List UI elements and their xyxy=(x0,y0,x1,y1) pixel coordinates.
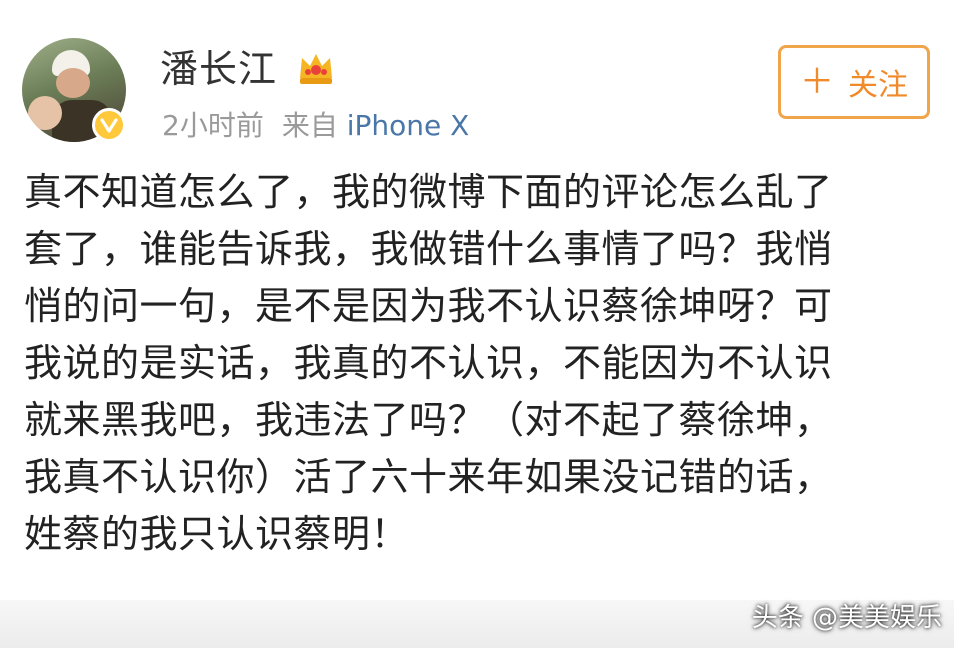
post-line: 我真不认识你）活了六十来年如果没记错的话， xyxy=(24,455,833,499)
plus-icon: ＋ xyxy=(800,62,834,102)
post-line: 我说的是实话，我真的不认识，不能因为不认识 xyxy=(24,341,833,385)
follow-button[interactable]: ＋ 关注 xyxy=(778,45,930,119)
post-time: 2小时前 xyxy=(162,109,264,142)
avatar-face xyxy=(56,68,90,98)
source-prefix: 来自 xyxy=(281,109,338,142)
post-line: 姓蔡的我只认识蔡明！ xyxy=(24,512,410,556)
post-line: 就来黑我吧，我违法了吗？（对不起了蔡徐坤， xyxy=(24,398,833,442)
crown-icon xyxy=(300,54,332,84)
verified-v-icon xyxy=(92,108,126,142)
username[interactable]: 潘长江 xyxy=(160,46,277,92)
watermark: 头条 @美美娱乐 xyxy=(751,603,942,633)
post-meta: 2小时前 来自 iPhone X xyxy=(162,106,469,146)
follow-label: 关注 xyxy=(848,68,908,103)
weibo-post-card: 潘长江 2小时前 来自 iPhone X ＋ 关注 真不知道怎么了，我的微博下面的… xyxy=(0,0,954,648)
avatar-child xyxy=(28,96,62,130)
post-content: 真不知道怎么了，我的微博下面的评论怎么乱了 套了，谁能告诉我，我做错什么事情了吗… xyxy=(24,164,934,563)
post-line: 悄的问一句，是不是因为我不认识蔡徐坤呀？可 xyxy=(24,284,833,328)
post-line: 真不知道怎么了，我的微博下面的评论怎么乱了 xyxy=(24,170,833,214)
post-source-link[interactable]: iPhone X xyxy=(347,109,470,142)
post-line: 套了，谁能告诉我，我做错什么事情了吗？我悄 xyxy=(24,227,833,271)
